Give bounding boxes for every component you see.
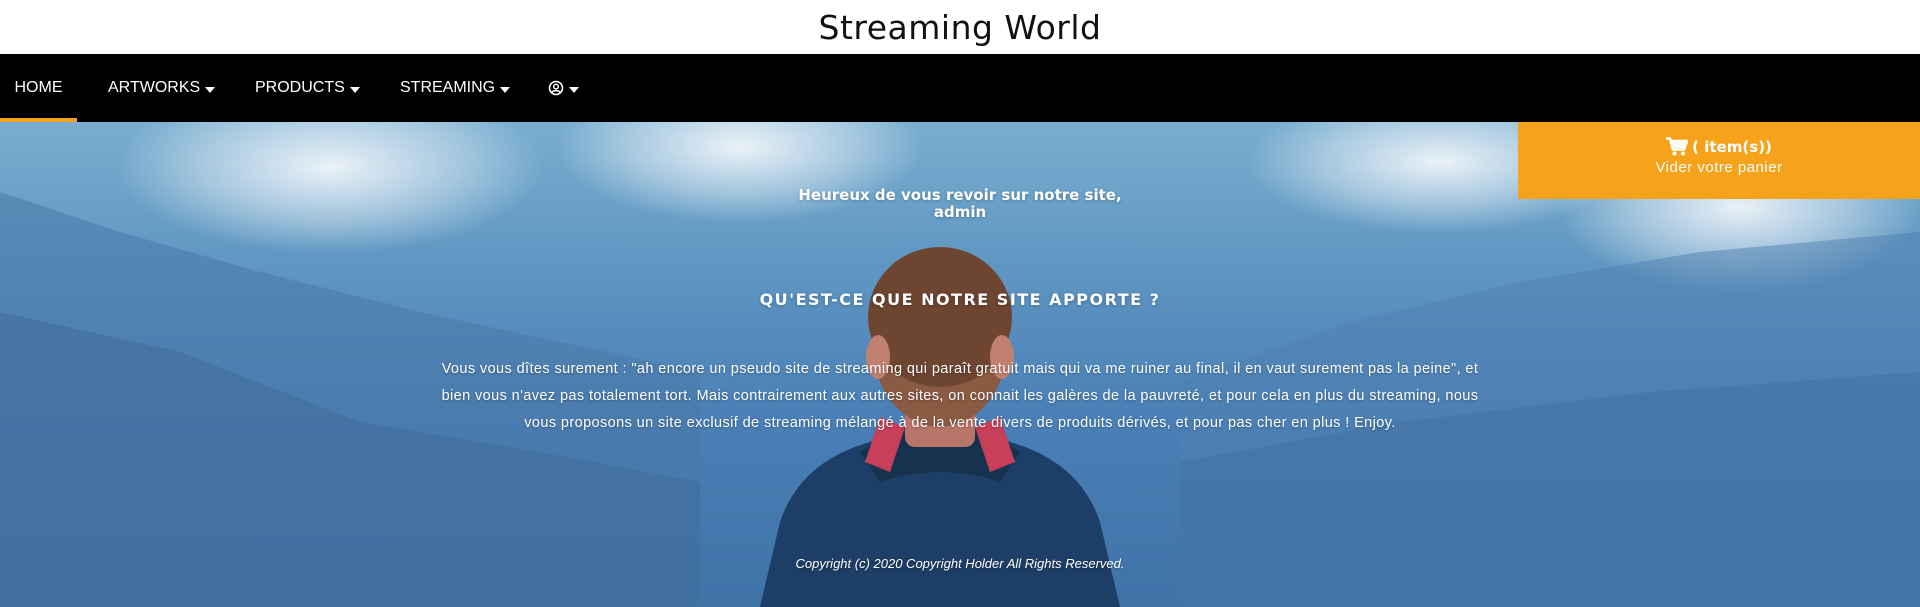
caret-down-icon: [500, 87, 511, 93]
shopping-cart-icon: [1666, 137, 1689, 156]
caret-down-icon: [349, 87, 360, 93]
cart-items-label: ( item(s)): [1692, 137, 1772, 156]
caret-down-icon: [205, 87, 216, 93]
welcome-username: admin: [933, 203, 987, 221]
site-description: Vous vous dîtes surement : "ah encore un…: [441, 361, 1479, 431]
cart-box[interactable]: ( item(s)) Vider votre panier: [1518, 122, 1920, 199]
nav-item-streaming[interactable]: STREAMING: [400, 54, 511, 122]
empty-cart-link[interactable]: Vider votre panier: [1518, 159, 1920, 176]
nav-item-label: HOME: [14, 79, 63, 96]
welcome-message: Heureux de vous revoir sur notre site, a…: [760, 187, 1160, 221]
nav-item-label: PRODUCTS: [255, 79, 345, 96]
nav-item-label: STREAMING: [400, 79, 496, 96]
nav-item-user-menu[interactable]: [548, 54, 579, 122]
site-header: Streaming World: [0, 0, 1920, 54]
cart-items[interactable]: ( item(s)): [1518, 137, 1920, 156]
nav-item-home[interactable]: HOME: [0, 54, 77, 122]
site-title: Streaming World: [818, 7, 1102, 47]
section-title: QU'EST-CE QUE NOTRE SITE APPORTE ?: [759, 290, 1161, 309]
footer-copyright: Copyright (c) 2020 Copyright Holder All …: [795, 556, 1125, 571]
nav-item-label: ARTWORKS: [108, 79, 201, 96]
welcome-line: Heureux de vous revoir sur notre site,: [798, 186, 1122, 204]
nav-item-products[interactable]: PRODUCTS: [255, 54, 360, 122]
nav-item-artworks[interactable]: ARTWORKS: [108, 54, 216, 122]
caret-down-icon: [569, 87, 579, 93]
user-circle-icon: [548, 80, 564, 96]
main-navbar: HOME ARTWORKS PRODUCTS STREAMING: [0, 54, 1920, 122]
